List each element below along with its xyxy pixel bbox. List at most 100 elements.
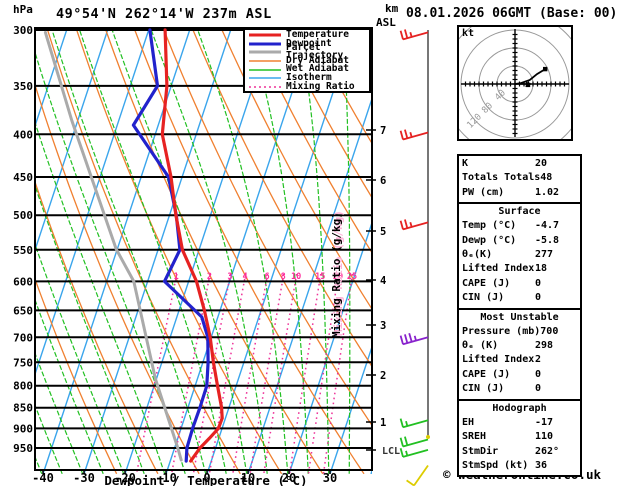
pressure-tick-label: 850 (13, 402, 33, 415)
table-row: CIN (J) 0 (462, 382, 577, 396)
table-row-value: 0 (535, 383, 542, 395)
table-row-value: 277 (535, 249, 554, 261)
table-row: θₑ(K) 277 (462, 248, 577, 262)
table-row-value: -17 (535, 416, 554, 428)
table-row: StmDir 262° (462, 445, 577, 459)
table-row: CAPE (J) 0 (462, 277, 577, 291)
table-row-label: K (462, 158, 469, 169)
wind-barb-column (399, 29, 430, 486)
wind-barb (399, 436, 429, 448)
mixing-ratio-line (288, 273, 322, 474)
pressure-tick-label: 650 (13, 304, 33, 317)
hodograph-panel: 40 80 120 (442, 11, 588, 157)
hodograph-ring-label: 120 (465, 112, 484, 131)
table-row-value: 1.02 (535, 186, 560, 198)
table-row: EH -17 (462, 416, 577, 430)
table-row-label: SREH (462, 431, 487, 443)
table-row-label: Temp (°C) (462, 220, 517, 232)
indices-table: K 20 Totals Totals 48 PW (cm) 1.02 Surface Temp… (457, 154, 582, 478)
table-row-label: Dewp (°C) (462, 234, 517, 246)
km-tick-label: 1 (380, 417, 386, 429)
table-row-value: 2 (535, 354, 542, 366)
mixing-ratio-value: 6 (264, 272, 269, 282)
wind-barb (399, 332, 429, 346)
mixing-ratio-value: 2 (207, 272, 212, 282)
km-tick-label: 5 (380, 226, 386, 238)
table-row-label: CAPE (J) (462, 277, 511, 289)
table-row-label: CIN (J) (462, 383, 505, 395)
table-row: Lifted Index 18 (462, 262, 577, 276)
hodograph-marker (543, 66, 548, 72)
table-row-value: -4.7 (535, 220, 560, 232)
table-row-label: CAPE (J) (462, 368, 511, 380)
table-row: CAPE (J) 0 (462, 368, 577, 382)
table-row-value: 0 (535, 368, 542, 380)
legend: Temperature Dewpoint Parcel Trajectory Dry … (243, 28, 371, 93)
pressure-tick-label: 550 (13, 244, 33, 257)
table-section: Hodograph EH -17 SREH 110 StmDir 262° StmSpd (k… (459, 398, 580, 476)
table-row: StmSpd (kt) 36 (462, 459, 577, 473)
table-row-label: Lifted Index (462, 263, 535, 275)
wind-barb (406, 464, 429, 486)
pressure-tick-label: 950 (13, 442, 33, 455)
table-row-value: 18 (535, 263, 548, 275)
x-tick-label: -30 (73, 471, 95, 485)
mixing-ratio-value: 15 (315, 272, 325, 282)
table-row-label: Totals Totals (462, 172, 541, 184)
mixing-ratio-axis-label: Mixing Ratio (g/kg) (330, 212, 343, 338)
hodograph-unit-label: kt (462, 28, 475, 39)
x-tick-label: -40 (32, 471, 54, 485)
hodograph-ring-label: 80 (480, 101, 495, 116)
table-row-value: -5.8 (535, 234, 560, 246)
pressure-tick-label: 700 (13, 331, 33, 344)
table-row-label: CIN (J) (462, 292, 505, 304)
table-section-header: Most Unstable (480, 311, 559, 323)
staff-base-dot (426, 435, 430, 439)
table-row-value: 298 (535, 340, 554, 352)
temperature-axis: -40 -30 -20 -10 0 10 20 30Dewpoint / Temperatur… (32, 470, 337, 486)
table-section: Most Unstable Pressure (mb) 700 θₑ (K) 298 Li… (459, 307, 580, 399)
table-row: Totals Totals 48 (462, 171, 577, 185)
pressure-tick-label: 800 (13, 380, 33, 393)
skewt-screenshot: hPa 49°54'N 262°14'W 237m ASL km ASL 08.… (0, 0, 629, 486)
table-row-label: θₑ(K) (462, 249, 493, 261)
table-row: Temp (°C) -4.7 (462, 219, 577, 233)
lcl-label: LCL (382, 446, 400, 457)
legend-line-sample (249, 77, 281, 79)
km-tick-label: 3 (380, 320, 386, 332)
mixing-ratio-value: 10 (291, 272, 301, 282)
table-row: PW (cm) 1.02 (462, 186, 577, 200)
pressure-tick-label: 400 (13, 128, 33, 141)
legend-line-sample (249, 60, 281, 62)
table-row: CIN (J) 0 (462, 291, 577, 305)
table-section-header: Surface (498, 206, 541, 218)
x-axis-label: Dewpoint / Temperature (°C) (104, 473, 307, 486)
wind-barb (399, 418, 429, 429)
hodograph-ring-label: 40 (493, 88, 508, 103)
table-row-label: EH (462, 416, 475, 428)
table-row-label: PW (cm) (462, 186, 505, 198)
table-row: SREH 110 (462, 430, 577, 444)
legend-item-label: Mixing Ratio (286, 80, 355, 92)
legend-line-sample (249, 50, 281, 54)
table-row-label: Pressure (mb) (462, 325, 541, 337)
km-tick-label: 2 (380, 370, 386, 382)
table-row-value: 0 (535, 277, 542, 289)
dewpoint-curve (131, 28, 210, 463)
pressure-tick-label: 750 (13, 356, 33, 369)
x-tick-label: 30 (323, 471, 337, 485)
km-tick-label: 4 (380, 275, 386, 287)
table-row-value: 20 (535, 158, 548, 169)
mixing-ratio-value: 1 (174, 272, 179, 282)
legend-line-sample (249, 86, 281, 88)
table-row-value: 110 (535, 431, 554, 443)
pressure-tick-label: 600 (13, 275, 33, 288)
wind-barb (399, 29, 429, 41)
table-section-header: Hodograph (492, 402, 547, 414)
table-section: Surface Temp (°C) -4.7 Dewp (°C) -5.8 θₑ(K) 27… (459, 202, 580, 307)
wind-barb (399, 129, 429, 141)
legend-line-sample (249, 68, 281, 71)
mixing-ratio-value: 3 (227, 272, 232, 282)
pressure-tick-label: 500 (13, 209, 33, 222)
wind-barb (399, 447, 429, 458)
